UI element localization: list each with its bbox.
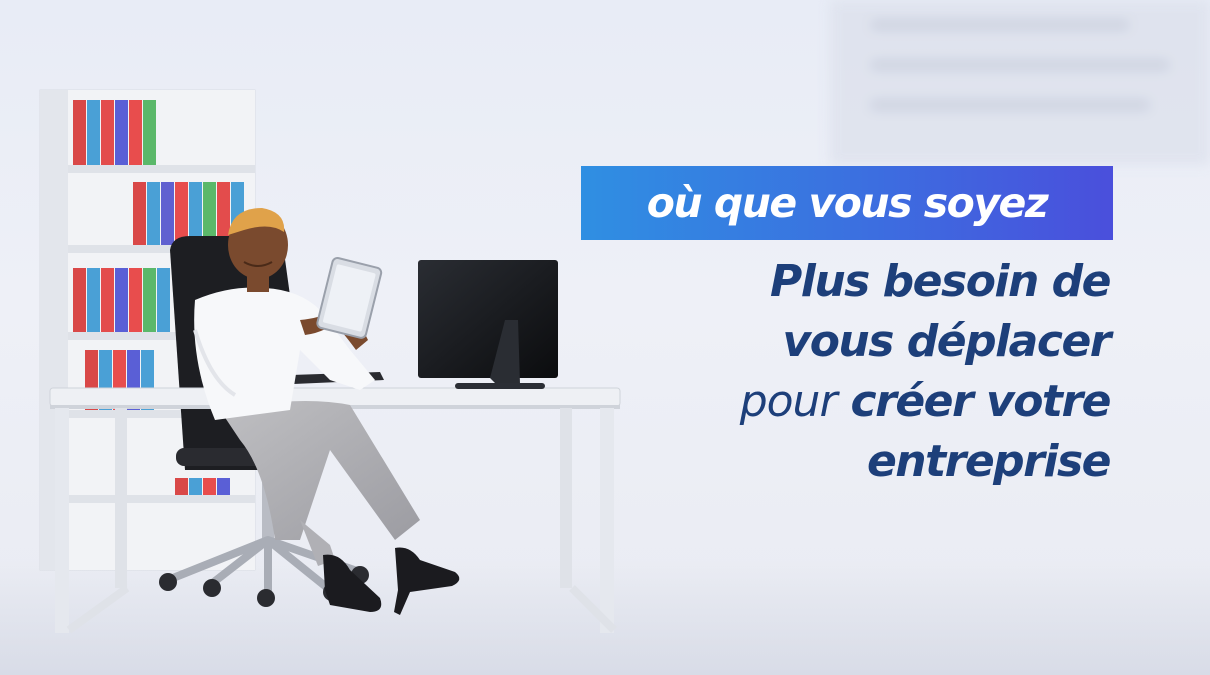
headline: Plus besoin de vous déplacer pour créer v… (590, 252, 1112, 492)
headline-line-1: Plus besoin de (770, 256, 1111, 307)
background-document (830, 0, 1210, 165)
office-illustration (39, 89, 621, 634)
headline-light-word: pour (739, 376, 838, 427)
headline-line-2: vous déplacer (782, 316, 1112, 367)
tagline-banner: où que vous soyez (581, 166, 1113, 240)
headline-line-4: entreprise (866, 436, 1112, 487)
headline-line-3: pour créer votre (590, 372, 1112, 432)
scene: où que vous soyez Plus besoin de vous dé… (0, 0, 1210, 675)
headline-line-3-bold: créer votre (850, 376, 1112, 427)
computer-monitor (418, 260, 558, 389)
tagline-text: où que vous soyez (646, 179, 1049, 227)
